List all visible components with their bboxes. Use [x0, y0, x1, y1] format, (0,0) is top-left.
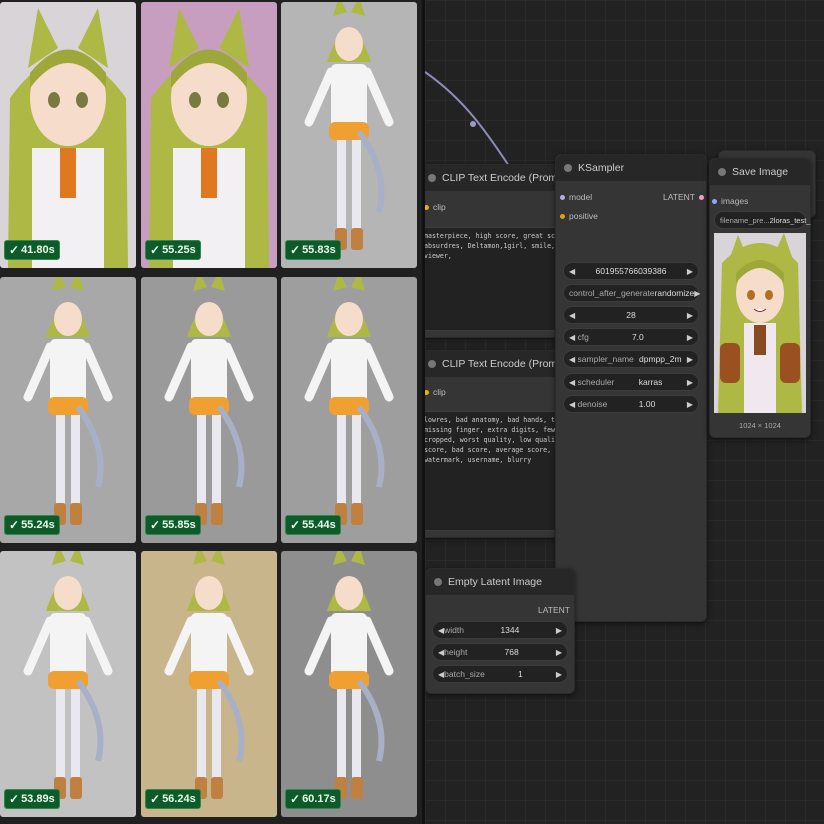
decrement-arrow-icon[interactable]: ◀ [569, 267, 575, 276]
clip-input-slot[interactable]: clip [425, 202, 446, 212]
checkmark-icon: ✓ [9, 518, 20, 532]
collapse-dot-icon[interactable] [434, 578, 442, 586]
node-canvas[interactable]: CLIP Text Encode (Prompt) clip masterpie… [425, 0, 824, 824]
increment-arrow-icon[interactable]: ▶ [687, 311, 693, 320]
gallery-thumbnail[interactable]: ✓ 56.24s [141, 551, 277, 817]
generation-time-badge: ✓ 56.24s [145, 789, 201, 809]
increment-arrow-icon[interactable]: ▶ [687, 400, 693, 409]
image-gallery: ✓ 41.80s ✓ 55.25s ✓ 55.83s ✓ 55.24s ✓ 55.85s ✓ 55.4… [0, 0, 422, 824]
batch-size-widget[interactable]: ◀batch_size 1 ▶ [432, 665, 568, 683]
checkmark-icon: ✓ [290, 792, 301, 806]
increment-arrow-icon[interactable]: ▶ [687, 378, 693, 387]
character-illustration [304, 551, 394, 799]
gallery-thumbnail[interactable]: ✓ 55.25s [141, 2, 277, 268]
node-title[interactable]: Save Image [710, 159, 810, 185]
gallery-thumbnail[interactable]: ✓ 55.44s [281, 277, 417, 543]
seed-widget[interactable]: ◀ 601955766039386 ▶ [563, 262, 699, 280]
checkmark-icon: ✓ [9, 243, 20, 257]
slot-dot-icon [560, 194, 565, 200]
empty-latent-image-node[interactable]: Empty Latent Image LATENT ◀width 1344 ▶ ◀h… [425, 568, 575, 694]
control-after-generate-widget[interactable]: control_after_generate randomize ▶ [563, 284, 700, 302]
height-widget[interactable]: ◀height 768 ▶ [432, 643, 568, 661]
slot-dot-icon [560, 213, 565, 219]
steps-widget[interactable]: ◀ 28 ▶ [563, 306, 699, 324]
character-illustration [23, 277, 113, 525]
checkmark-icon: ✓ [150, 518, 161, 532]
collapse-dot-icon[interactable] [718, 168, 726, 176]
positive-input-slot[interactable]: positive [560, 211, 598, 221]
sampler-name-widget[interactable]: ◀ sampler_name dpmpp_2m ▶ [563, 350, 699, 368]
increment-arrow-icon[interactable]: ▶ [556, 626, 562, 635]
model-input-slot[interactable]: model [560, 192, 592, 202]
gallery-thumbnail[interactable]: ✓ 41.80s [0, 2, 136, 268]
image-size-label: 1024 × 1024 [739, 421, 781, 430]
decrement-arrow-icon[interactable]: ◀ [569, 400, 575, 409]
increment-arrow-icon[interactable]: ▶ [687, 355, 693, 364]
collapse-dot-icon[interactable] [428, 174, 436, 182]
scheduler-widget[interactable]: ◀ scheduler karras ▶ [563, 373, 699, 391]
gallery-thumbnail[interactable]: ✓ 55.24s [0, 277, 136, 543]
increment-arrow-icon[interactable]: ▶ [556, 670, 562, 679]
filename-prefix-widget[interactable]: filename_pre... 2loras_test_ [714, 211, 810, 229]
character-illustration [23, 551, 113, 799]
checkmark-icon: ✓ [150, 243, 161, 257]
slot-dot-icon [699, 194, 704, 200]
generation-time-badge: ✓ 41.80s [4, 240, 60, 260]
clip-input-slot[interactable]: clip [425, 387, 446, 397]
character-illustration [304, 277, 394, 525]
slot-dot-icon [712, 198, 717, 204]
generation-time-badge: ✓ 60.17s [285, 789, 341, 809]
increment-arrow-icon[interactable]: ▶ [694, 289, 700, 298]
generation-time-badge: ✓ 55.44s [285, 515, 341, 535]
decrement-arrow-icon[interactable]: ◀ [569, 355, 575, 364]
gallery-thumbnail[interactable]: ✓ 55.85s [141, 277, 277, 543]
character-illustration [304, 2, 394, 250]
preview-character-illustration [714, 233, 806, 413]
collapse-dot-icon[interactable] [564, 164, 572, 172]
gallery-thumbnail[interactable]: ✓ 60.17s [281, 551, 417, 817]
decrement-arrow-icon[interactable]: ◀ [569, 311, 575, 320]
width-widget[interactable]: ◀width 1344 ▶ [432, 621, 568, 639]
generation-time-badge: ✓ 55.83s [285, 240, 341, 260]
character-illustration [8, 8, 128, 268]
increment-arrow-icon[interactable]: ▶ [687, 333, 693, 342]
generation-time-badge: ✓ 55.24s [4, 515, 60, 535]
increment-arrow-icon[interactable]: ▶ [556, 648, 562, 657]
generation-time-badge: ✓ 55.85s [145, 515, 201, 535]
generation-time-badge: ✓ 53.89s [4, 789, 60, 809]
node-title[interactable]: KSampler [556, 155, 706, 181]
images-input-slot[interactable]: images [712, 196, 748, 206]
decrement-arrow-icon[interactable]: ◀ [569, 378, 575, 387]
gallery-thumbnail[interactable]: ✓ 53.89s [0, 551, 136, 817]
denoise-widget[interactable]: ◀ denoise 1.00 ▶ [563, 395, 699, 413]
latent-output-slot[interactable]: LATENT [663, 192, 704, 202]
cfg-widget[interactable]: ◀ cfg 7.0 ▶ [563, 328, 699, 346]
decrement-arrow-icon[interactable]: ◀ [569, 333, 575, 342]
checkmark-icon: ✓ [9, 792, 20, 806]
character-illustration [149, 8, 269, 268]
generation-time-badge: ✓ 55.25s [145, 240, 201, 260]
output-preview-image[interactable] [714, 233, 806, 413]
character-illustration [164, 551, 254, 799]
node-title[interactable]: Empty Latent Image [426, 569, 574, 595]
checkmark-icon: ✓ [150, 792, 161, 806]
character-illustration [164, 277, 254, 525]
checkmark-icon: ✓ [290, 518, 301, 532]
slot-dot-icon [425, 204, 429, 210]
increment-arrow-icon[interactable]: ▶ [687, 267, 693, 276]
collapse-dot-icon[interactable] [428, 360, 436, 368]
slot-dot-icon [425, 389, 429, 395]
checkmark-icon: ✓ [290, 243, 301, 257]
gallery-thumbnail[interactable]: ✓ 55.83s [281, 2, 417, 268]
latent-output-slot[interactable]: LATENT [538, 605, 570, 615]
save-image-node[interactable]: Save Image images filename_pre... 2loras_… [709, 158, 811, 438]
